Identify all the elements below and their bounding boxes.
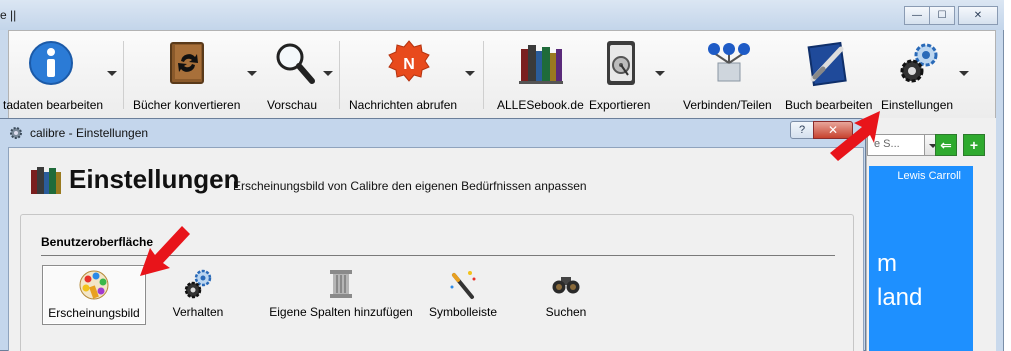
palette-icon — [76, 267, 112, 303]
toolbar-preview[interactable]: Vorschau — [265, 37, 325, 115]
toolbar-allesebook[interactable]: ALLESebook.de — [497, 37, 584, 115]
toolbar-settings[interactable]: Einstellungen — [881, 37, 953, 115]
add-icon[interactable]: + — [963, 134, 985, 156]
pref-label: Suchen — [545, 305, 587, 319]
book-cover[interactable]: Lewis Carroll m land — [869, 166, 973, 351]
pref-searching[interactable]: Suchen — [514, 265, 618, 325]
pref-label: Verhalten — [172, 305, 224, 319]
back-arrow-icon[interactable]: ⇐ — [935, 134, 957, 156]
magic-wand-icon — [445, 266, 481, 302]
toolbar-separator — [123, 41, 124, 109]
help-button[interactable]: ? — [790, 121, 814, 139]
pref-custom-columns[interactable]: Eigene Spalten hinzufügen — [266, 265, 416, 325]
cover-author: Lewis Carroll — [897, 170, 961, 182]
toolbar-label: Einstellungen — [881, 98, 954, 112]
pref-label: Eigene Spalten hinzufügen — [269, 305, 413, 319]
toolbar-label: Vorschau — [267, 98, 318, 112]
magnifier-icon — [269, 37, 321, 89]
column-icon — [323, 266, 359, 302]
news-icon: N — [383, 37, 435, 89]
binoculars-icon — [548, 266, 584, 302]
pref-label: Erscheinungsbild — [48, 306, 140, 320]
maximize-button[interactable]: ☐ — [929, 6, 955, 25]
edit-book-icon — [801, 37, 853, 89]
export-disk-icon — [595, 37, 647, 89]
settings-gears-icon — [893, 37, 945, 89]
minimize-button[interactable]: — — [904, 6, 930, 25]
dialog-title-bar: calibre - Einstellungen ? ✕ — [0, 119, 865, 147]
pref-label: Symbolleiste — [428, 305, 498, 319]
annotation-arrow-look — [140, 226, 190, 276]
connect-share-icon — [703, 37, 755, 89]
toolbar-separator — [483, 41, 484, 109]
main-window-title: e || — [0, 8, 17, 22]
toolbar-connect-share[interactable]: Verbinden/Teilen — [683, 37, 772, 115]
toolbar-label: Verbinden/Teilen — [683, 98, 772, 112]
gear-icon — [8, 125, 24, 144]
toolbar-edit-metadata[interactable]: tadaten bearbeiten — [3, 37, 103, 115]
toolbar-label: ALLESebook.de — [497, 98, 584, 112]
page-subtitle: Erscheinungsbild von Calibre den eigenen… — [233, 179, 587, 193]
cover-title-line2: land — [877, 284, 923, 311]
toolbar-separator — [339, 41, 340, 109]
bookshelf-icon — [29, 164, 63, 199]
cover-title-line1: m — [877, 250, 897, 277]
dropdown-arrow-icon[interactable] — [323, 71, 333, 77]
dropdown-arrow-icon[interactable] — [959, 71, 969, 77]
dropdown-arrow-icon[interactable] — [465, 71, 475, 77]
page-title: Einstellungen — [69, 164, 240, 194]
pref-look-and-feel[interactable]: Erscheinungsbild — [42, 265, 146, 325]
svg-text:N: N — [403, 56, 415, 73]
toolbar-label: Nachrichten abrufen — [349, 98, 458, 112]
toolbar-fetch-news[interactable]: N Nachrichten abrufen — [349, 37, 457, 115]
dropdown-arrow-icon[interactable] — [247, 71, 257, 77]
toolbar-label: tadaten bearbeiten — [3, 98, 104, 112]
info-icon — [25, 37, 77, 89]
dropdown-arrow-icon[interactable] — [107, 71, 117, 77]
close-window-button[interactable]: ✕ — [958, 6, 998, 25]
dialog-title: calibre - Einstellungen — [30, 126, 149, 140]
toolbar-export[interactable]: Exportieren — [589, 37, 651, 115]
toolbar-label: Bücher konvertieren — [133, 98, 241, 112]
pref-toolbar[interactable]: Symbolleiste — [411, 265, 515, 325]
toolbar-edit-book[interactable]: Buch bearbeiten — [785, 37, 872, 115]
dropdown-arrow-icon[interactable] — [655, 71, 665, 77]
main-title-bar: e || — ☐ ✕ — [0, 0, 1004, 30]
bookshelf-icon — [515, 37, 567, 89]
convert-book-icon — [161, 37, 213, 89]
toolbar-label: Exportieren — [589, 98, 651, 112]
annotation-arrow-settings — [830, 111, 880, 161]
toolbar-convert-books[interactable]: Bücher konvertieren — [133, 37, 240, 115]
window-controls: — ☐ ✕ — [904, 6, 998, 25]
preferences-dialog: calibre - Einstellungen ? ✕ Einstellunge… — [0, 118, 866, 351]
